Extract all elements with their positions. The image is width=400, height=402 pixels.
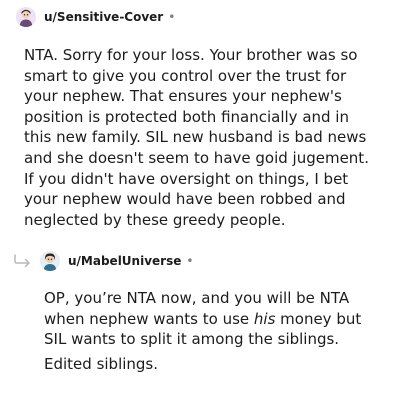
meta-separator: • [186, 254, 194, 268]
avatar-icon[interactable] [40, 251, 60, 271]
avatar-icon[interactable] [16, 7, 36, 27]
meta-separator: • [168, 10, 176, 24]
reply-header: u/MabelUniverse • [40, 250, 193, 272]
comment-body: NTA. Sorry for your loss. Your brother w… [24, 46, 369, 229]
reply-edit-note: Edited siblings. [44, 354, 159, 373]
reply-emphasis: his [253, 309, 276, 328]
reply-username[interactable]: u/MabelUniverse [68, 254, 181, 268]
comment-username[interactable]: u/Sensitive-Cover [44, 10, 163, 24]
reply-arrow-icon [13, 253, 33, 272]
comment-header: u/Sensitive-Cover • [16, 6, 175, 28]
reply-body: OP, you’re NTA now, and you will be NTA … [44, 288, 384, 374]
reply-paragraph: OP, you’re NTA now, and you will be NTA … [44, 288, 384, 350]
